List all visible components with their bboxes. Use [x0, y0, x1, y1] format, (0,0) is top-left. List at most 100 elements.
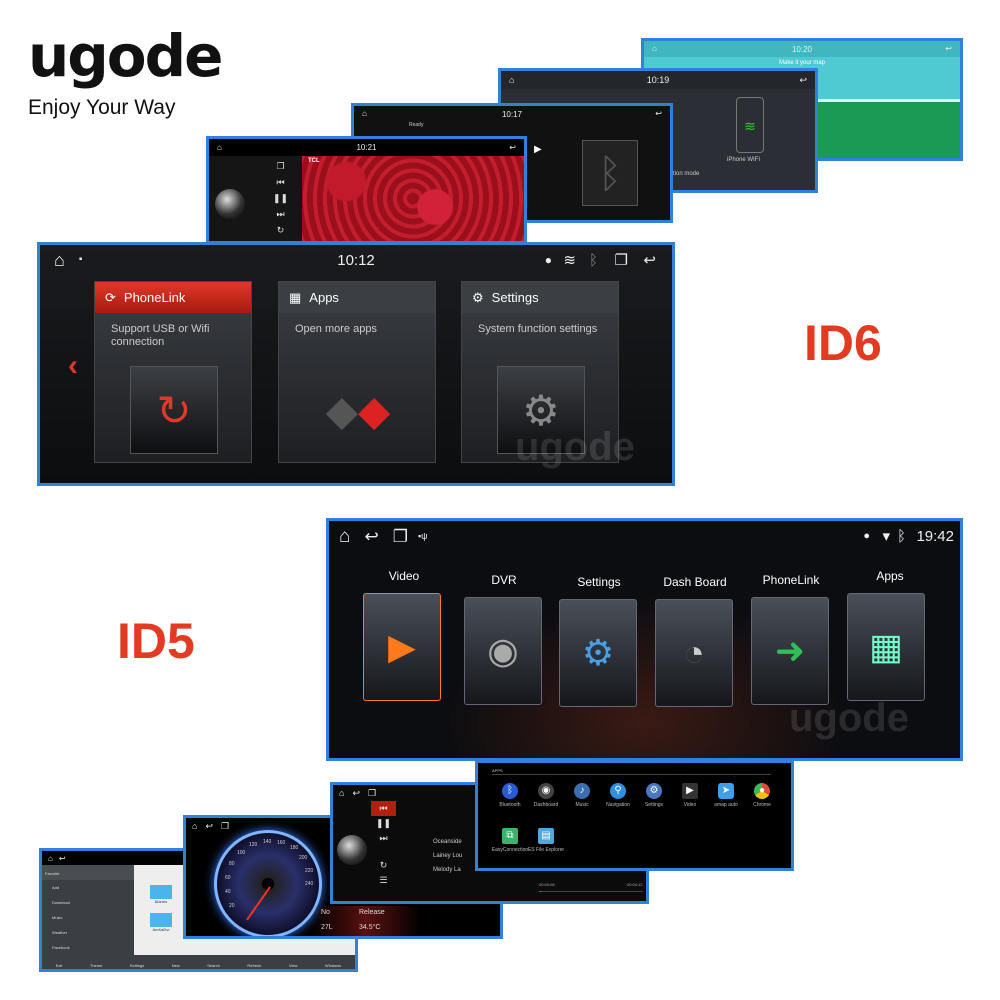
rotary-knob[interactable] [337, 835, 367, 865]
app-navigation[interactable]: ⚲ Navigation [598, 783, 638, 808]
app-easyconnection[interactable]: ⧉ EasyConnection [490, 828, 530, 853]
gear-icon: ⚙ [472, 289, 484, 305]
toolbar-theme[interactable]: Theme [90, 963, 102, 968]
playlist-icon[interactable]: ☰ [371, 873, 396, 888]
status-time: 19:42 [916, 527, 954, 545]
elapsed-time: 00:00:08 [539, 882, 555, 887]
card-apps[interactable]: ▦ Apps Open more apps ◆ ◆ [278, 281, 436, 463]
location-icon: ● [863, 529, 870, 542]
tile-phonelink[interactable]: ➜ [751, 597, 829, 705]
grid-icon: ▦ [868, 626, 903, 667]
tile-dashboard[interactable]: ◔ [655, 599, 733, 707]
app-es-file-explorer[interactable]: ▤ ES File Explorer [526, 828, 566, 853]
progress-bar[interactable] [539, 891, 643, 892]
pause-icon[interactable]: ❚❚ [259, 190, 302, 206]
back-icon[interactable]: ↩ [643, 253, 656, 268]
recent-apps-icon[interactable]: ❐ [615, 253, 628, 268]
apps-icon: ◆ ◆ [325, 386, 391, 434]
folder[interactable]: AmKaDvr [150, 913, 172, 932]
media-controls: ⏮ ❚❚ ⏭ ↻ ☰ [371, 801, 396, 888]
previous-icon[interactable]: ⏮ [259, 174, 302, 190]
status-time: 10:17 [501, 109, 523, 119]
home-icon[interactable]: ⌂ [652, 45, 657, 53]
bottom-toolbar: Exit Theme Settings New Search Refresh View Win… [42, 955, 355, 969]
back-icon[interactable]: ↩ [655, 110, 662, 118]
watermark: ugode [515, 425, 635, 469]
tile-video[interactable]: ▶ [363, 593, 441, 701]
folder[interactable]: Alarms [150, 885, 172, 904]
app-settings[interactable]: ⚙ Settings [634, 783, 674, 808]
home-icon[interactable]: ⌂ [362, 110, 367, 118]
window-icon[interactable]: ❐ [259, 158, 302, 174]
wifi-phone-icon[interactable]: ≋ [736, 97, 764, 153]
sidebar-item[interactable]: Weather [42, 925, 134, 940]
toolbar-windows[interactable]: Windows [325, 963, 341, 968]
sidebar-item[interactable]: Download [42, 895, 134, 910]
home-icon[interactable]: ⌂ [339, 788, 344, 798]
toolbar-search[interactable]: Search [207, 963, 220, 968]
sidebar: Favorite Add Download Music Weather Face… [42, 865, 134, 965]
recent-apps-icon[interactable]: ❐ [393, 528, 408, 545]
home-icon[interactable]: ⌂ [339, 527, 350, 546]
card-phonelink[interactable]: ⟳ PhoneLink Support USB or Wifi connectio… [94, 281, 252, 463]
toolbar-view[interactable]: View [289, 963, 298, 968]
tick-label: 100 [237, 850, 246, 856]
app-dashboard[interactable]: ◉ Dashboard [526, 783, 566, 808]
app-bluetooth[interactable]: ᛒ Bluetooth [490, 783, 530, 808]
pause-icon[interactable]: ❚❚ [371, 816, 396, 831]
track-info: Oceanside Lainey Lou Melody La [433, 835, 462, 877]
home-icon[interactable]: ⌂ [54, 251, 65, 269]
next-icon[interactable]: ⏭ [371, 831, 396, 846]
temperature: 34.5°C [359, 924, 381, 931]
sidebar-item[interactable]: Music [42, 910, 134, 925]
mode-text: tion mode [673, 171, 700, 177]
home-icon[interactable]: ⌂ [217, 143, 222, 152]
recent-apps-icon[interactable]: ❐ [368, 788, 376, 799]
sidebar-item[interactable]: Facebook [42, 940, 134, 955]
speed-needle [246, 886, 271, 921]
recent-apps-icon[interactable]: ❐ [221, 821, 229, 832]
tile-settings[interactable]: ⚙ [559, 599, 637, 707]
tab-apps[interactable]: APPS [492, 768, 503, 773]
repeat-icon[interactable]: ↻ [371, 858, 396, 873]
app-amap[interactable]: ➤ amap auto [706, 783, 746, 808]
grid-icon: ▦ [289, 289, 302, 305]
sidebar-item[interactable]: Add [42, 880, 134, 895]
play-icon[interactable]: ▶ [534, 144, 542, 155]
app-video[interactable]: ▶ Video [670, 783, 710, 808]
card-title: Apps [309, 290, 339, 305]
home-icon[interactable]: ⌂ [192, 821, 197, 831]
vehicle-status: No Release 27L 34.5°C [311, 906, 421, 936]
gauge-icon: ◔ [683, 632, 705, 673]
rotary-knob[interactable] [215, 189, 245, 219]
app-music[interactable]: ♪ Music [562, 783, 602, 808]
previous-icon[interactable]: ⏮ [371, 801, 396, 816]
next-icon[interactable]: ⏭ [259, 206, 302, 222]
back-icon[interactable]: ↩ [59, 854, 66, 863]
toolbar-refresh[interactable]: Refresh [247, 963, 261, 968]
back-icon[interactable]: ↩ [945, 45, 952, 53]
back-icon[interactable]: ↩ [799, 75, 807, 85]
back-icon[interactable]: ↩ [509, 143, 516, 152]
back-icon[interactable]: ↩ [352, 788, 360, 799]
total-time: 00:04:12 [627, 882, 643, 887]
home-icon[interactable]: ⌂ [509, 75, 514, 85]
toolbar-new[interactable]: New [172, 963, 180, 968]
back-icon[interactable]: ↩ [205, 821, 213, 832]
repeat-icon[interactable]: ↻ [259, 222, 302, 238]
video-frame[interactable]: TCL [302, 156, 524, 241]
home-icon[interactable]: ⌂ [48, 854, 53, 863]
wifi-icon: ▾ [882, 527, 890, 545]
back-icon[interactable]: ↩ [364, 528, 378, 545]
toolbar-settings[interactable]: Settings [130, 963, 144, 968]
toolbar-exit[interactable]: Exit [56, 963, 63, 968]
tile-dvr[interactable]: ◉ [464, 597, 542, 705]
tick-label: 40 [225, 889, 231, 895]
id6-home-screen: ⌂ ▪ 10:12 ● ≋ ᛒ ❐ ↩ ‹ ⟳ PhoneLink Support… [37, 242, 675, 486]
tile-apps[interactable]: ▦ [847, 593, 925, 701]
app-chrome[interactable]: ● Chrome [742, 783, 782, 808]
phonelink-icon: ↻ [130, 366, 218, 454]
app-label: Music [575, 802, 589, 808]
chevron-left-icon[interactable]: ‹ [68, 349, 78, 383]
gallery-icon[interactable]: ▪ [79, 255, 83, 265]
